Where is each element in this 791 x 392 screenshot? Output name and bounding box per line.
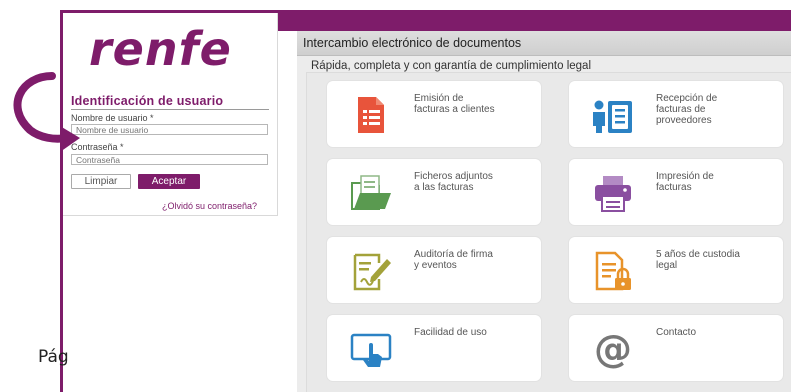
tile-facilidad-uso[interactable]: Facilidad de uso <box>327 315 541 381</box>
signature-edit-icon <box>353 253 391 291</box>
tile-auditoria-firma[interactable]: Auditoría de firma y eventos <box>327 237 541 303</box>
tile-label: Contacto <box>656 327 697 338</box>
tile-ficheros-adjuntos[interactable]: Ficheros adjuntos a las facturas <box>327 159 541 225</box>
locked-document-icon <box>595 251 631 291</box>
login-title: Identificación de usuario <box>71 94 269 110</box>
main-header: Intercambio electrónico de documentos <box>297 31 791 56</box>
page-label-fragment: Pág <box>38 347 69 367</box>
clear-button[interactable]: Limpiar <box>71 174 131 189</box>
printer-icon <box>595 176 631 212</box>
tile-contacto[interactable]: @ Contacto <box>569 315 783 381</box>
username-input[interactable] <box>71 124 268 135</box>
screenshot: Intercambio electrónico de documentos Rá… <box>0 0 791 392</box>
curved-arrow-icon <box>13 72 80 152</box>
tile-label: Ficheros adjuntos a las facturas <box>414 171 493 193</box>
accept-button[interactable]: Aceptar <box>138 174 200 189</box>
svg-text:@: @ <box>594 327 632 371</box>
tile-label: Facilidad de uso <box>414 327 487 338</box>
password-input[interactable] <box>71 154 268 165</box>
touch-screen-icon <box>350 333 392 367</box>
tile-label: 5 años de custodia legal <box>656 249 740 271</box>
person-document-icon <box>593 100 632 133</box>
invoice-document-icon <box>358 97 384 133</box>
login-panel: renfe Identificación de usuario Nombre d… <box>63 13 278 216</box>
tile-impresion-facturas[interactable]: Impresión de facturas <box>569 159 783 225</box>
tile-emision-facturas[interactable]: Emisión de facturas a clientes <box>327 81 541 147</box>
svg-text:renfe: renfe <box>89 22 232 76</box>
folder-files-icon <box>351 175 391 210</box>
tile-label: Recepción de facturas de proveedores <box>656 93 718 126</box>
top-bar <box>278 10 791 31</box>
tile-label: Impresión de facturas <box>656 171 714 193</box>
page-title: Intercambio electrónico de documentos <box>303 36 522 50</box>
at-sign-icon: @ <box>594 327 632 371</box>
renfe-logo: renfe <box>89 22 232 76</box>
tile-label: Auditoría de firma y eventos <box>414 249 493 271</box>
tile-label: Emisión de facturas a clientes <box>414 93 495 115</box>
tile-custodia-legal[interactable]: 5 años de custodia legal <box>569 237 783 303</box>
tile-recepcion-facturas[interactable]: Recepción de facturas de proveedores <box>569 81 783 147</box>
forgot-password-link[interactable]: ¿Olvidó su contraseña? <box>162 201 257 211</box>
